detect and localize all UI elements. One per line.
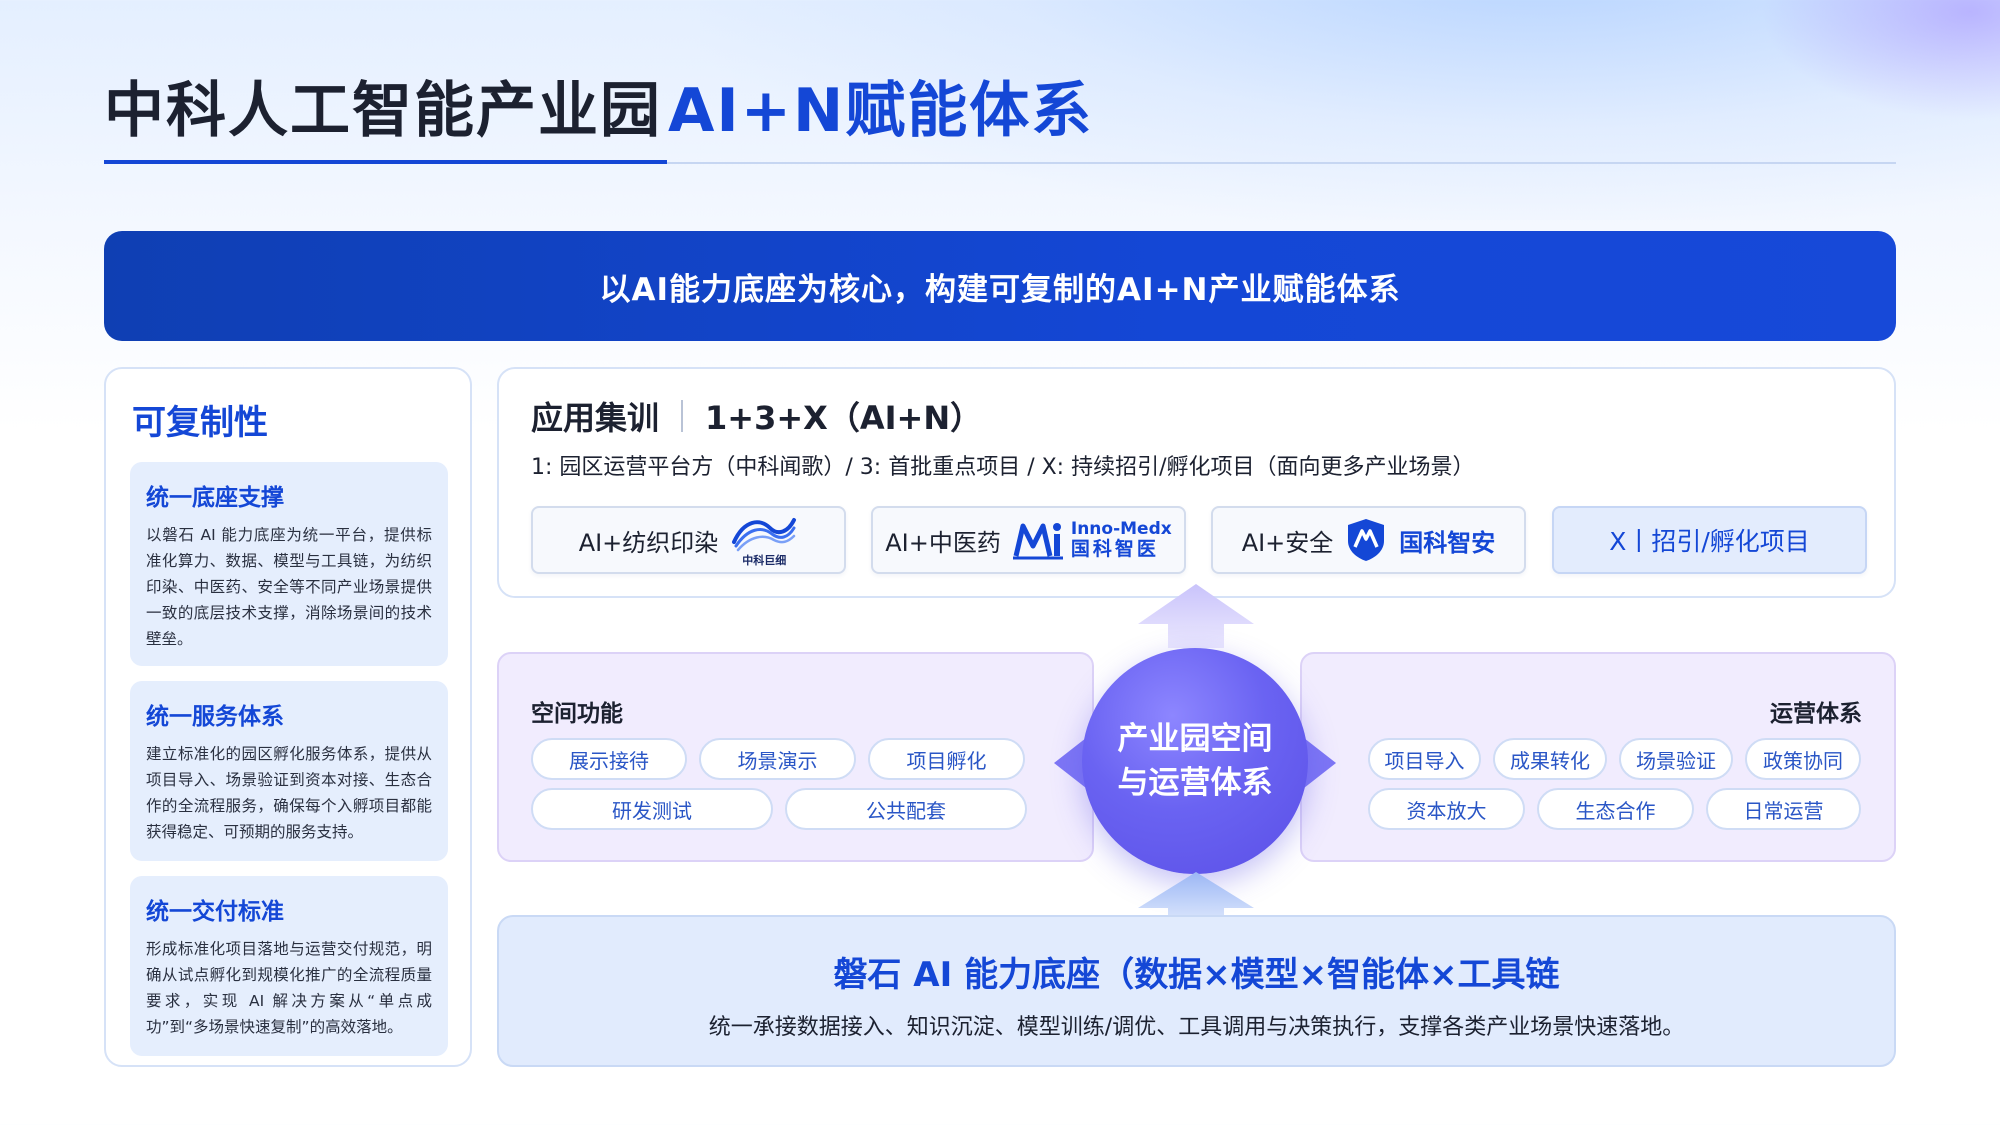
- application-heading: 应用集训 1+3+X（AI+N）: [531, 393, 982, 439]
- corner-glow-decoration: [1760, 0, 2000, 120]
- app-box-label: AI+纺织印染: [578, 528, 719, 557]
- operation-system-title: 运营体系: [1770, 701, 1862, 727]
- park-space-ops-hub: 产业园空间 与运营体系: [1082, 648, 1308, 874]
- replicability-title: 可复制性: [132, 403, 268, 443]
- application-heading-label: 应用集训: [531, 399, 660, 437]
- textile-logo-text: 中科巨细: [742, 554, 787, 567]
- page-title-main: 中科人工智能产业园: [104, 76, 662, 146]
- space-pill[interactable]: 项目孵化: [868, 738, 1025, 780]
- ops-pill[interactable]: 场景验证: [1619, 738, 1733, 780]
- core-banner-text: 以AI能力底座为核心，构建可复制的AI+N产业赋能体系: [599, 271, 1401, 308]
- page-title-accent: AI+N赋能体系: [668, 76, 1094, 146]
- ops-pill[interactable]: 成果转化: [1493, 738, 1607, 780]
- application-subtitle: 1: 园区运营平台方（中科闻歌）/ 3: 首批重点项目 / X: 持续招引/孵化…: [531, 455, 1475, 480]
- card-unified-base: 统一底座支撑 以磐石 AI 能力底座为统一平台，提供标准化算力、数据、模型与工具…: [130, 462, 448, 666]
- card-body: 以磐石 AI 能力底座为统一平台，提供标准化算力、数据、模型与工具链，为纺织印染…: [146, 526, 432, 648]
- hub-line-1: 产业园空间: [1117, 721, 1273, 757]
- app-box-textile[interactable]: AI+纺织印染 中科巨细: [531, 506, 846, 574]
- card-title: 统一服务体系: [146, 704, 284, 730]
- card-title: 统一底座支撑: [146, 485, 284, 511]
- ops-pill[interactable]: 资本放大: [1368, 788, 1525, 830]
- title-divider-accent: [104, 160, 667, 164]
- application-formula: 1+3+X（AI+N）: [705, 399, 983, 437]
- space-pill[interactable]: 公共配套: [785, 788, 1027, 830]
- security-logo-text: 国科智安: [1399, 528, 1496, 557]
- ai-base-panel: 磐石 AI 能力底座（数据×模型×智能体×工具链 统一承接数据接入、知识沉淀、模…: [497, 915, 1896, 1067]
- ops-pill[interactable]: 日常运营: [1706, 788, 1861, 830]
- card-unified-service: 统一服务体系 建立标准化的园区孵化服务体系，提供从项目导入、场景验证到资本对接、…: [130, 681, 448, 861]
- ops-pill[interactable]: 生态合作: [1537, 788, 1694, 830]
- space-function-panel: 空间功能 展示接待 场景演示 项目孵化 研发测试 公共配套: [497, 652, 1094, 862]
- ai-base-description: 统一承接数据接入、知识沉淀、模型训练/调优、工具调用与决策执行，支撑各类产业场景…: [708, 1015, 1685, 1040]
- card-body: 形成标准化项目落地与运营交付规范，明确从试点孵化到规模化推广的全流程质量要求，实…: [146, 940, 432, 1036]
- hub-line-2: 与运营体系: [1117, 765, 1273, 801]
- app-box-medicine[interactable]: AI+中医药 Inno-Medx 国科智医: [871, 506, 1186, 574]
- operation-system-panel: 运营体系 项目导入 成果转化 场景验证 政策协同 资本放大 生态合作 日常运营: [1300, 652, 1896, 862]
- inno-medx-logo-text: Inno-Medx 国科智医: [1071, 521, 1172, 559]
- shield-logo-icon: 国科智安: [1345, 517, 1495, 563]
- application-panel: 应用集训 1+3+X（AI+N） 1: 园区运营平台方（中科闻歌）/ 3: 首批…: [497, 367, 1896, 598]
- replicability-panel: 可复制性 统一底座支撑 以磐石 AI 能力底座为统一平台，提供标准化算力、数据、…: [104, 367, 472, 1067]
- wave-logo-icon: 中科巨细: [730, 512, 798, 568]
- app-box-security[interactable]: AI+安全 国科智安: [1211, 506, 1526, 574]
- app-box-label: AI+中医药: [885, 528, 1001, 557]
- card-body: 建立标准化的园区孵化服务体系，提供从项目导入、场景验证到资本对接、生态合作的全流…: [146, 745, 432, 841]
- card-title: 统一交付标准: [146, 899, 284, 925]
- mxi-logo-icon: Inno-Medx 国科智医: [1012, 520, 1172, 560]
- ai-base-title: 磐石 AI 能力底座（数据×模型×智能体×工具链: [833, 955, 1560, 995]
- app-box-incubation[interactable]: X丨招引/孵化项目: [1552, 506, 1867, 574]
- ops-pill[interactable]: 项目导入: [1368, 738, 1481, 780]
- core-banner: 以AI能力底座为核心，构建可复制的AI+N产业赋能体系: [104, 231, 1896, 341]
- space-function-title: 空间功能: [531, 701, 623, 727]
- application-boxes: AI+纺织印染 中科巨细 AI+中医药 Inno-Medx 国科智医 AI+安全…: [531, 506, 1867, 574]
- page-title: 中科人工智能产业园 AI+N赋能体系: [104, 62, 1093, 146]
- app-box-label: AI+安全: [1241, 528, 1334, 557]
- heading-separator: [681, 400, 684, 432]
- logo-text-en: Inno-Medx: [1070, 519, 1172, 539]
- space-pill[interactable]: 场景演示: [699, 738, 856, 780]
- ops-pill[interactable]: 政策协同: [1745, 738, 1861, 780]
- logo-text-cn: 国科智医: [1070, 538, 1159, 560]
- space-pill[interactable]: 展示接待: [531, 738, 687, 780]
- card-unified-delivery: 统一交付标准 形成标准化项目落地与运营交付规范，明确从试点孵化到规模化推广的全流…: [130, 876, 448, 1056]
- space-pill[interactable]: 研发测试: [531, 788, 773, 830]
- app-box-label: X丨招引/孵化项目: [1609, 527, 1810, 556]
